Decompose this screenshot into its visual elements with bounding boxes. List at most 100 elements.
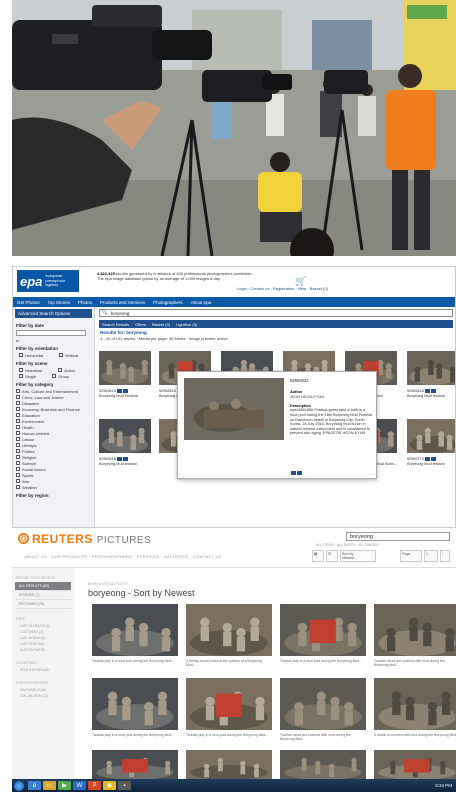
- search-input[interactable]: boryeong: [111, 311, 130, 316]
- category-checkbox[interactable]: [16, 395, 20, 399]
- tab-offers[interactable]: Offers: [135, 322, 146, 327]
- reuters-result-thumbnail[interactable]: [186, 678, 272, 730]
- results-controls[interactable]: 1 - 40 of 141 results · Media per page: …: [97, 335, 455, 342]
- checkbox-single[interactable]: [19, 374, 23, 378]
- caption-title[interactable]: Boryeong Mud festival: [407, 394, 445, 398]
- word-icon[interactable]: W: [73, 781, 86, 790]
- basket-icon[interactable]: [430, 457, 436, 461]
- category-checkbox[interactable]: [16, 401, 20, 405]
- basket-icon[interactable]: [430, 389, 436, 393]
- category-checkbox[interactable]: [16, 461, 20, 465]
- reuters-caption[interactable]: A tourist is covered with mud during the…: [374, 733, 456, 737]
- category-checkbox[interactable]: [16, 449, 20, 453]
- reuters-caption[interactable]: Tourists' faces are covered with mud dur…: [374, 659, 456, 667]
- refine-all-results[interactable]: ALL RESULTS (82): [15, 582, 71, 591]
- nav-photos[interactable]: Photos: [78, 300, 92, 305]
- nav-about[interactable]: About epa: [191, 300, 212, 305]
- category-checkbox[interactable]: [16, 437, 20, 441]
- category-checkbox[interactable]: [16, 407, 20, 411]
- category-checkbox[interactable]: [16, 467, 20, 471]
- basket-icon[interactable]: [122, 457, 128, 461]
- lightbox-icon[interactable]: [424, 389, 430, 393]
- lightbox-icon[interactable]: [116, 457, 122, 461]
- result-thumbnail[interactable]: [99, 419, 151, 453]
- category-checkbox[interactable]: [16, 479, 20, 483]
- app-icon[interactable]: ▪: [118, 781, 131, 790]
- reuters-caption[interactable]: Tourists play in a mud pool during the B…: [280, 659, 366, 663]
- folder-icon[interactable]: ▭: [43, 781, 56, 790]
- result-thumbnail[interactable]: [407, 351, 455, 385]
- advanced-search-header[interactable]: Advanced Search Options: [15, 309, 92, 318]
- epa-account-links[interactable]: Login · Contact us · Registration · Help…: [237, 286, 328, 291]
- category-checkbox[interactable]: [16, 389, 20, 393]
- reuters-result-thumbnail[interactable]: [92, 678, 178, 730]
- reuters-caption[interactable]: A foreign tourist looks at the posters o…: [186, 659, 272, 667]
- refine-stories[interactable]: STORIES (7): [15, 591, 71, 600]
- epa-logo[interactable]: epa european pressphoto agency: [17, 270, 79, 292]
- nav-get-photos[interactable]: Get Photos: [17, 300, 40, 305]
- category-checkbox[interactable]: [16, 419, 20, 423]
- reuters-filter-bar[interactable]: ALL ITEMS · ALL DATES · ALL IMAGES · ...: [316, 543, 385, 547]
- epa-search-bar[interactable]: 🔍 boryeong: [99, 309, 453, 317]
- category-checkbox[interactable]: [16, 455, 20, 459]
- grid-view-icon[interactable]: ▦: [312, 550, 324, 562]
- category-checkbox[interactable]: [16, 425, 20, 429]
- reuters-result-thumbnail[interactable]: [186, 750, 272, 779]
- caption-title[interactable]: Boryeong Mud festival: [407, 462, 445, 466]
- tab-lightbox[interactable]: Lightbox (0): [176, 322, 197, 327]
- date-from-input[interactable]: [16, 330, 86, 336]
- reuters-result-thumbnail[interactable]: [92, 604, 178, 656]
- category-checkbox[interactable]: [16, 413, 20, 417]
- tab-search-results[interactable]: Search Results: [102, 322, 129, 327]
- reuters-result-thumbnail[interactable]: [374, 750, 456, 779]
- reuters-result-thumbnail[interactable]: [186, 604, 272, 656]
- next-page-icon[interactable]: ›: [440, 550, 450, 562]
- checkbox-headshot[interactable]: [19, 368, 23, 372]
- reuters-result-thumbnail[interactable]: [374, 604, 456, 656]
- list-view-icon[interactable]: ☰: [326, 550, 338, 562]
- result-thumbnail[interactable]: [99, 351, 151, 385]
- reuters-result-thumbnail[interactable]: [280, 750, 366, 779]
- category-checkbox[interactable]: [16, 443, 20, 447]
- preview-image[interactable]: [184, 378, 284, 440]
- refine-pictures[interactable]: PICTURES (75): [15, 600, 71, 609]
- category-checkbox[interactable]: [16, 485, 20, 489]
- preview-action-icons[interactable]: [290, 464, 302, 482]
- reuters-search-input[interactable]: boryeong: [346, 532, 450, 541]
- checkbox-vertical[interactable]: [59, 353, 64, 357]
- result-thumbnail[interactable]: [407, 419, 455, 453]
- reuters-result-thumbnail[interactable]: [280, 678, 366, 730]
- chrome-icon[interactable]: ◉: [103, 781, 116, 790]
- page-input[interactable]: 1: [424, 550, 438, 562]
- checkbox-action[interactable]: [58, 368, 63, 372]
- checkbox-horizontal[interactable]: [19, 353, 23, 357]
- reuters-result-thumbnail[interactable]: [92, 750, 178, 779]
- country-option[interactable]: SOUTH KOREA (82): [12, 667, 74, 673]
- category-checkbox[interactable]: [16, 431, 20, 435]
- nav-products[interactable]: Products and Services: [100, 300, 145, 305]
- reuters-caption[interactable]: Tourists play in a mud pool during the B…: [92, 733, 178, 737]
- photographer-option[interactable]: LEE JAE-WON (22): [12, 693, 74, 699]
- lightbox-icon[interactable]: [424, 457, 430, 461]
- caption-title[interactable]: Boryeong Mud festival: [99, 462, 137, 466]
- reuters-nav[interactable]: ABOUT US · OUR PRODUCTS · PHOTOGRAPHERS …: [24, 554, 222, 559]
- reuters-logo[interactable]: REUTERS PICTURES: [18, 532, 151, 546]
- category-checkbox[interactable]: [16, 473, 20, 477]
- start-button-icon[interactable]: [14, 780, 24, 791]
- reuters-caption[interactable]: Tourists play in a mud pool during the B…: [186, 733, 272, 737]
- ie-icon[interactable]: e: [28, 781, 41, 790]
- powerpoint-icon[interactable]: P: [88, 781, 101, 790]
- caption-title[interactable]: Boryeong Mud Festival: [99, 394, 138, 398]
- nav-photographers[interactable]: Photographers: [153, 300, 183, 305]
- basket-icon[interactable]: [122, 389, 128, 393]
- reuters-caption[interactable]: Tourists' faces are covered with mud dur…: [280, 733, 366, 741]
- tab-basket[interactable]: Basket (0): [152, 322, 170, 327]
- date-option[interactable]: CUSTOM DATES: [12, 647, 74, 653]
- nav-top-stories[interactable]: Top Stories: [48, 300, 71, 305]
- checkbox-group[interactable]: [52, 374, 57, 378]
- reuters-caption[interactable]: Tourists play in a mud pool during the B…: [92, 659, 178, 663]
- media-icon[interactable]: ▶: [58, 781, 71, 790]
- reuters-result-thumbnail[interactable]: [374, 678, 456, 730]
- sort-dropdown[interactable]: Sort by Newest: [340, 550, 376, 562]
- lightbox-icon[interactable]: [116, 389, 122, 393]
